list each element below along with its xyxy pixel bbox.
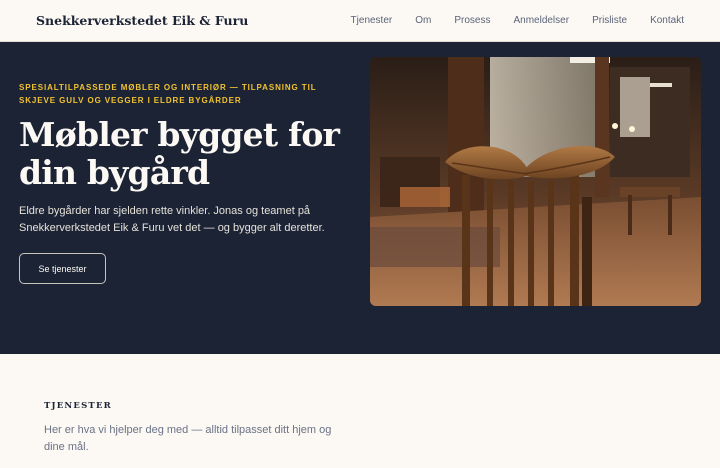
services-section: TJENESTER Her er hva vi hjelper deg med …: [0, 354, 720, 468]
hero-eyebrow: SPESIALTILPASSEDE MØBLER OG INTERIØR — T…: [19, 83, 317, 105]
see-services-button[interactable]: Se tjenester: [19, 253, 106, 284]
hero-photo-wooden-chair: [370, 57, 701, 306]
services-heading: TJENESTER: [44, 401, 112, 411]
nav-link-kontakt[interactable]: Kontakt: [650, 15, 684, 26]
hero-section: SPESIALTILPASSEDE MØBLER OG INTERIØR — T…: [0, 42, 720, 354]
nav-link-prosess[interactable]: Prosess: [454, 15, 490, 26]
nav-link-anmeldelser[interactable]: Anmeldelser: [513, 15, 569, 26]
brand-logo-link[interactable]: Snekkerverkstedet Eik & Furu: [36, 13, 248, 28]
services-lede: Her er hva vi hjelper deg med — alltid t…: [44, 424, 332, 453]
chair-photo-illustration: [370, 57, 701, 306]
main-nav: Tjenester Om Prosess Anmeldelser Prislis…: [328, 15, 684, 26]
site-header: Snekkerverkstedet Eik & Furu Tjenester O…: [0, 0, 720, 42]
nav-link-prisliste[interactable]: Prisliste: [592, 15, 627, 26]
nav-link-om[interactable]: Om: [415, 15, 431, 26]
hero-lede: Eldre bygårder har sjelden rette vinkler…: [19, 205, 325, 234]
nav-link-tjenester[interactable]: Tjenester: [351, 15, 393, 26]
hero-headline: Møbler bygget for din bygård: [19, 115, 340, 192]
